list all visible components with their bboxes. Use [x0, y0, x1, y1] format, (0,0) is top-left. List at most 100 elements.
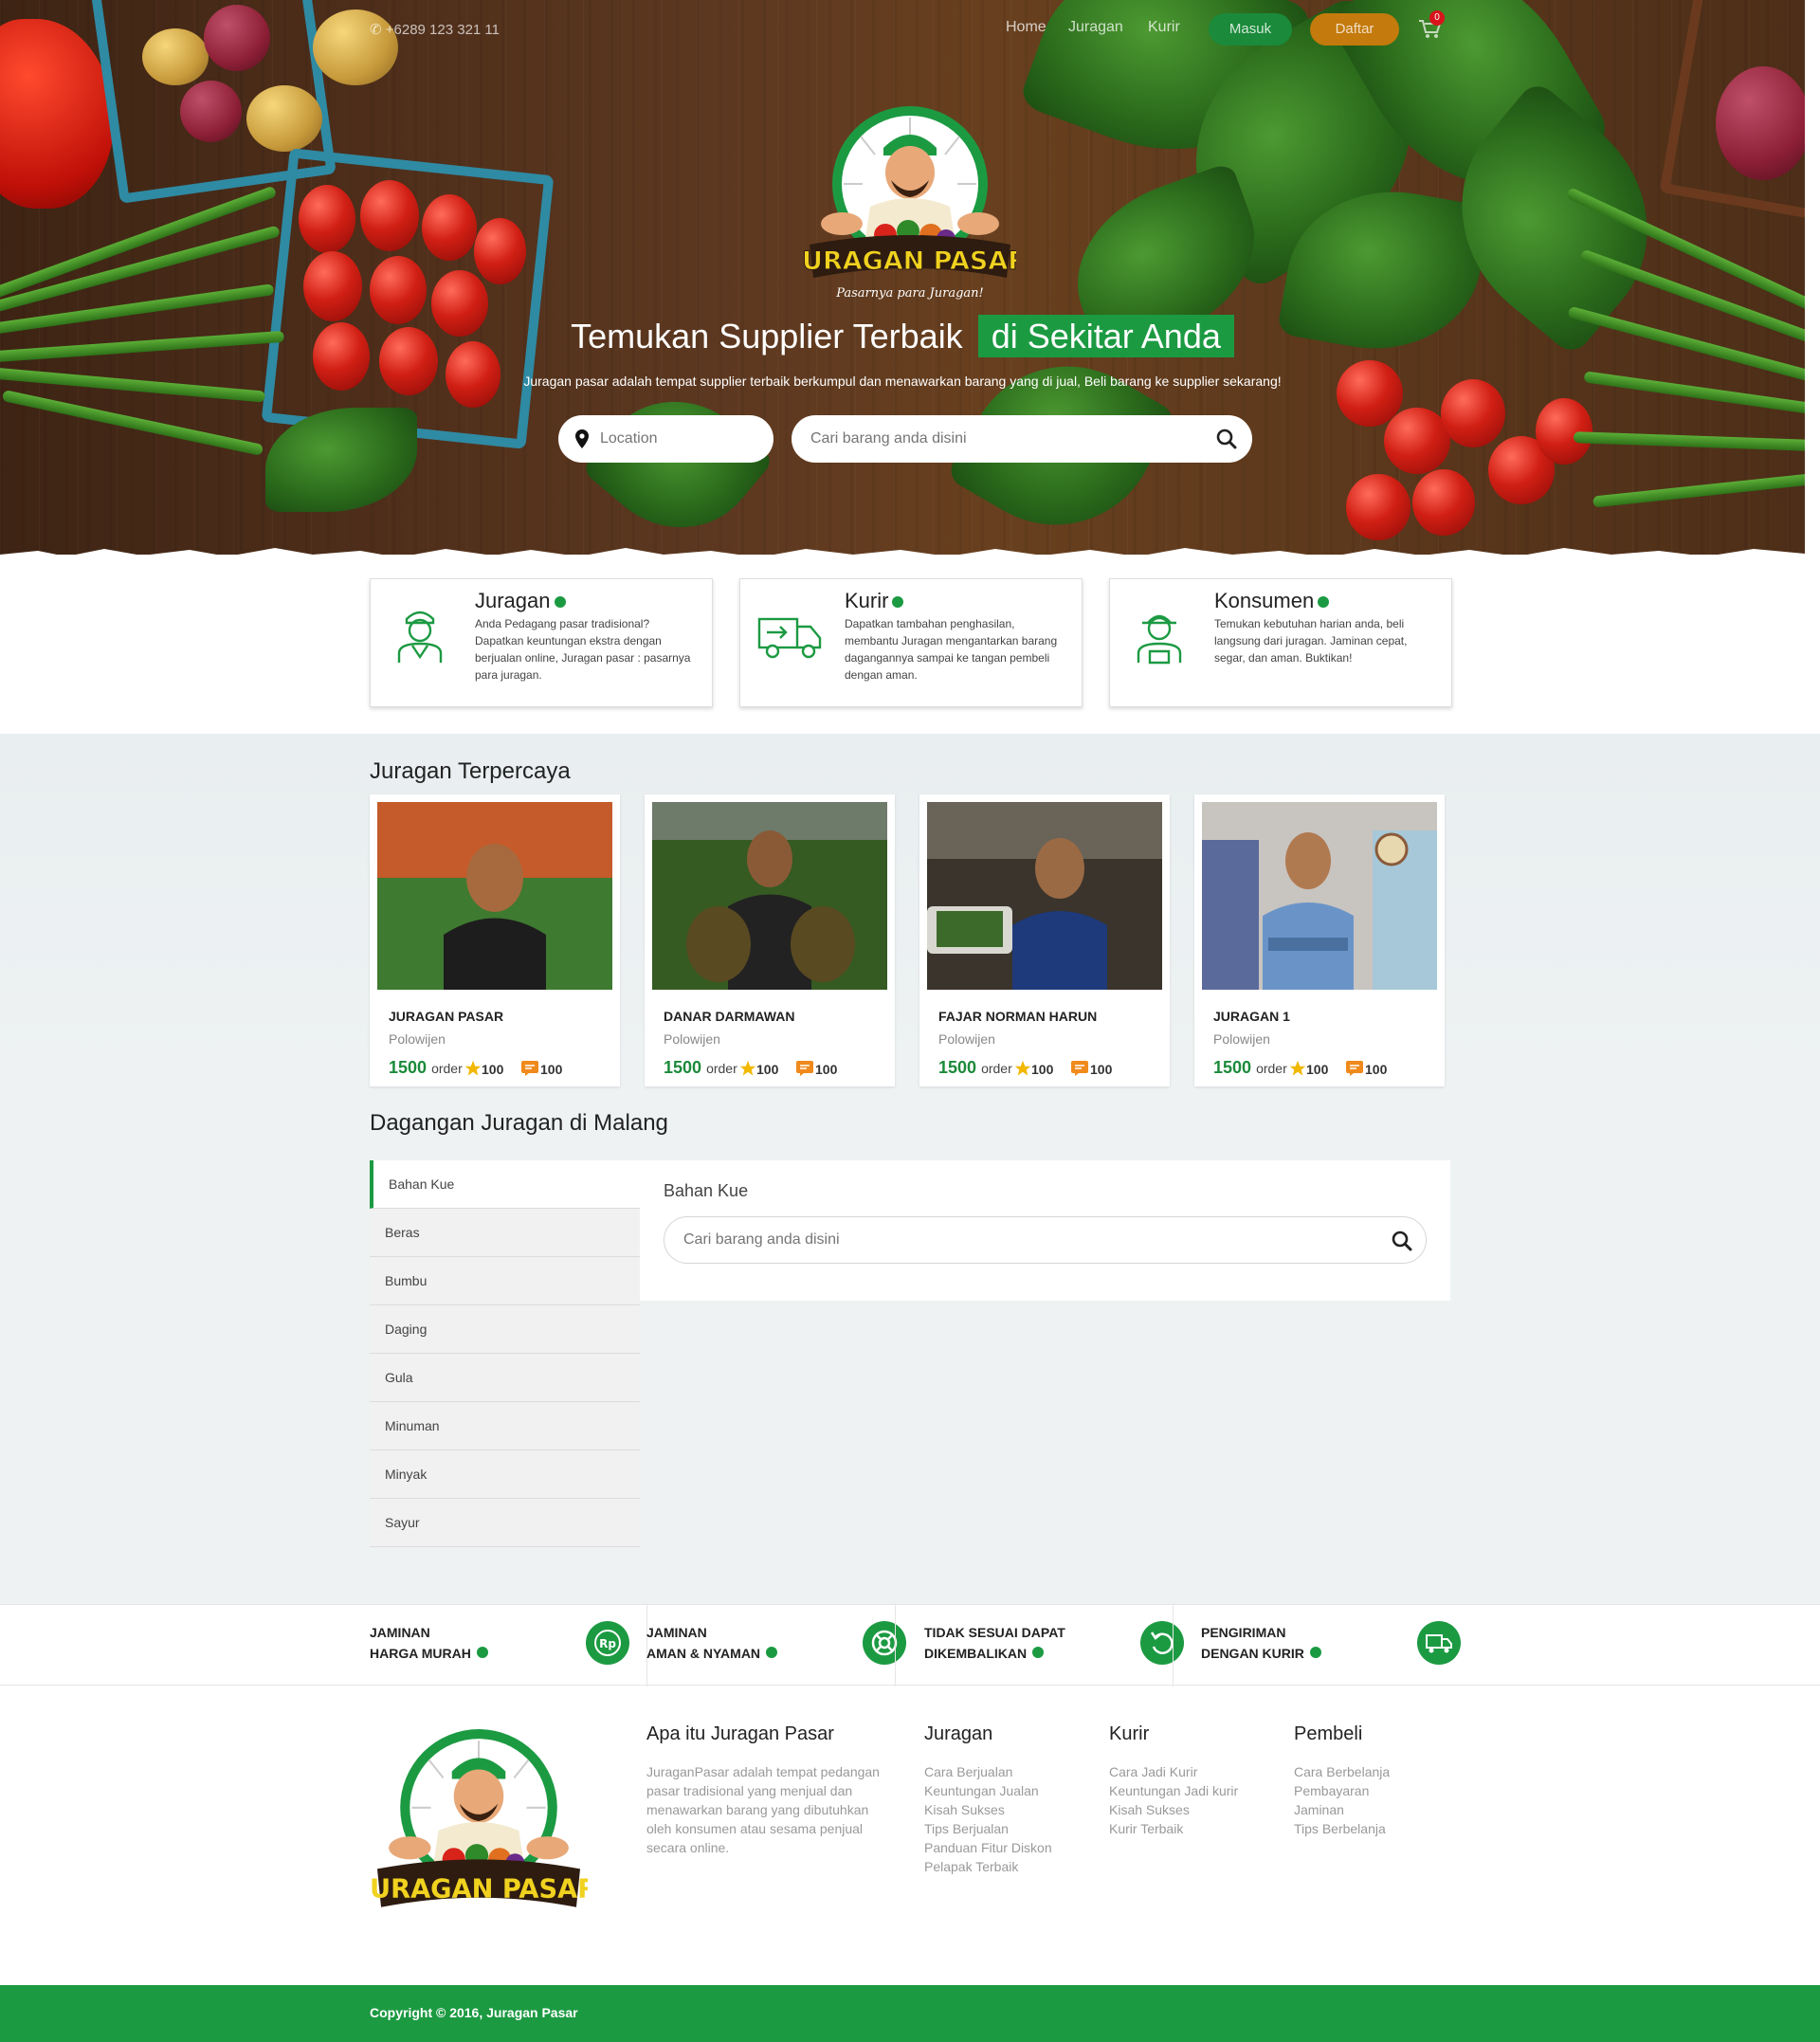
potato-decoration [180, 81, 242, 142]
order-count: 1500 order [1213, 1058, 1287, 1077]
role-card-kurir[interactable]: Kurir Dapatkan tambahan penghasilan, mem… [739, 578, 1083, 707]
copyright-text: Copyright © 2016, Juragan Pasar [370, 2005, 578, 2020]
footer-link[interactable]: Cara Berjualan [924, 1762, 1085, 1781]
role-card-juragan[interactable]: Juragan Anda Pedagang pasar tradisional?… [370, 578, 713, 707]
nav-kurir[interactable]: Kurir [1148, 19, 1180, 36]
footer-link[interactable]: Jaminan [1294, 1800, 1455, 1819]
footer-col-juragan: Juragan Cara Berjualan Keuntungan Jualan… [924, 1723, 1085, 1876]
footer-about: Apa itu Juragan Pasar JuraganPasar adala… [646, 1723, 893, 1857]
category-item-daging[interactable]: Daging [370, 1305, 640, 1354]
guarantee-delivery[interactable]: PENGIRIMAN DENGAN KURIR [1201, 1605, 1478, 1686]
top-bar: ✆ +6289 123 321 11 Home Juragan Kurir Ma… [0, 0, 1805, 57]
star-icon [739, 1060, 756, 1076]
copyright-bar: Copyright © 2016, Juragan Pasar [0, 1985, 1820, 2042]
juragan-photo[interactable] [652, 802, 887, 990]
footer-col-title: Pembeli [1294, 1723, 1363, 1744]
category-item-bumbu[interactable]: Bumbu [370, 1257, 640, 1305]
hero-search-input[interactable] [810, 415, 1190, 463]
svg-text:Rp: Rp [599, 1637, 616, 1650]
footer-link[interactable]: Kisah Sukses [924, 1800, 1085, 1819]
juragan-photo[interactable] [377, 802, 612, 990]
search-icon[interactable] [1216, 428, 1237, 449]
footer-link[interactable]: Keuntungan Jualan [924, 1781, 1085, 1800]
phone-number[interactable]: ✆ +6289 123 321 11 [370, 21, 500, 38]
role-description: Anda Pedagang pasar tradisional? Dapatka… [475, 617, 691, 682]
footer-about-text: JuraganPasar adalah tempat pedangan pasa… [646, 1764, 880, 1855]
role-title: Konsumen [1214, 589, 1315, 612]
category-item-beras[interactable]: Beras [370, 1209, 640, 1257]
register-button[interactable]: Daftar [1310, 13, 1399, 46]
category-item-minyak[interactable]: Minyak [370, 1450, 640, 1499]
juragan-photo[interactable] [1202, 802, 1437, 990]
juragan-name[interactable]: JURAGAN PASAR [389, 1009, 503, 1024]
lifebuoy-icon [863, 1621, 906, 1665]
category-item-gula[interactable]: Gula [370, 1354, 640, 1402]
category-search[interactable] [664, 1216, 1427, 1264]
guarantee-return[interactable]: TIDAK SESUAI DAPAT DIKEMBALIKAN [924, 1605, 1201, 1686]
juragan-card[interactable]: FAJAR NORMAN HARUN Polowijen 1500 order … [919, 794, 1170, 1086]
juragan-photo[interactable] [927, 802, 1162, 990]
role-title: Kurir [845, 589, 889, 612]
order-count: 1500 order [664, 1058, 737, 1077]
arrow-circle-icon [1309, 1647, 1321, 1658]
undo-icon [1140, 1621, 1184, 1665]
review-count: 100 [1365, 1062, 1388, 1077]
login-button[interactable]: Masuk [1209, 13, 1292, 46]
right-edge [1805, 0, 1820, 555]
location-input[interactable] [600, 415, 761, 463]
goods-section-title: Dagangan Juragan di Malang [370, 1110, 668, 1136]
guarantee-safety[interactable]: JAMINAN AMAN & NYAMAN [646, 1605, 923, 1686]
footer-link[interactable]: Cara Jadi Kurir [1109, 1762, 1270, 1781]
category-item-minuman[interactable]: Minuman [370, 1402, 640, 1450]
footer-link[interactable]: Tips Berbelanja [1294, 1819, 1455, 1838]
hero-banner: ✆ +6289 123 321 11 Home Juragan Kurir Ma… [0, 0, 1805, 555]
rating-value: 100 [1031, 1062, 1054, 1077]
guarantee-price[interactable]: JAMINAN HARGA MURAH Rp [370, 1605, 646, 1686]
footer-link[interactable]: Pembayaran [1294, 1781, 1455, 1800]
arrow-circle-icon [1318, 596, 1330, 608]
category-search-input[interactable] [683, 1217, 1347, 1263]
juragan-card[interactable]: DANAR DARMAWAN Polowijen 1500 order 100 … [645, 794, 895, 1086]
hero-search[interactable] [792, 415, 1252, 463]
guarantee-strip: JAMINAN HARGA MURAH Rp JAMINAN AMAN & NYAM… [0, 1604, 1820, 1686]
footer-link[interactable]: Tips Berjualan [924, 1819, 1085, 1838]
search-icon[interactable] [1392, 1231, 1412, 1251]
guarantee-divider [1173, 1605, 1174, 1686]
order-count: 1500 order [389, 1058, 463, 1077]
juragan-pasar-logo[interactable]: JURAGAN PASAR Pasarnya para Juragan! [790, 102, 1028, 311]
footer-link[interactable]: Cara Berbelanja [1294, 1762, 1455, 1781]
role-description: Dapatkan tambahan penghasilan, membantu … [845, 617, 1058, 682]
footer-logo[interactable]: JURAGAN PASAR [358, 1725, 597, 1926]
role-description: Temukan kebutuhan harian anda, beli lang… [1214, 617, 1408, 665]
order-count: 1500 order [938, 1058, 1012, 1077]
rating-value: 100 [756, 1062, 779, 1077]
category-list: Bahan Kue Beras Bumbu Daging Gula Minuma… [370, 1160, 640, 1547]
logo-tagline: Pasarnya para Juragan! [835, 286, 984, 301]
potato-decoration [246, 85, 322, 152]
category-item-sayur[interactable]: Sayur [370, 1499, 640, 1547]
footer-col-title: Juragan [924, 1723, 993, 1744]
role-card-konsumen[interactable]: Konsumen Temukan kebutuhan harian anda, … [1109, 578, 1452, 707]
comment-icon [1346, 1061, 1363, 1076]
location-field[interactable] [558, 415, 774, 463]
nav-home[interactable]: Home [1006, 19, 1046, 36]
footer-link[interactable]: Kurir Terbaik [1109, 1819, 1270, 1838]
footer-link[interactable]: Panduan Fitur Diskon [924, 1838, 1085, 1857]
footer-link[interactable]: Kisah Sukses [1109, 1800, 1270, 1819]
review-count: 100 [540, 1062, 563, 1077]
arrow-circle-icon [554, 596, 566, 608]
juragan-location: Polowijen [938, 1031, 995, 1047]
juragan-location: Polowijen [664, 1031, 720, 1047]
category-item-bahan-kue[interactable]: Bahan Kue [370, 1160, 640, 1209]
juragan-name[interactable]: FAJAR NORMAN HARUN [938, 1009, 1097, 1024]
logo-wordmark: JURAGAN PASAR [370, 1875, 588, 1905]
juragan-name[interactable]: JURAGAN 1 [1213, 1009, 1290, 1024]
footer-link[interactable]: Keuntungan Jadi kurir [1109, 1781, 1270, 1800]
cart-count-badge: 0 [1429, 10, 1445, 26]
delivery-truck-icon [757, 617, 822, 659]
juragan-name[interactable]: DANAR DARMAWAN [664, 1009, 794, 1024]
juragan-card[interactable]: JURAGAN PASAR Polowijen 1500 order 100 1… [370, 794, 620, 1086]
footer-link[interactable]: Pelapak Terbaik [924, 1857, 1085, 1876]
nav-juragan[interactable]: Juragan [1068, 19, 1123, 36]
juragan-card[interactable]: JURAGAN 1 Polowijen 1500 order 100 100 [1194, 794, 1445, 1086]
